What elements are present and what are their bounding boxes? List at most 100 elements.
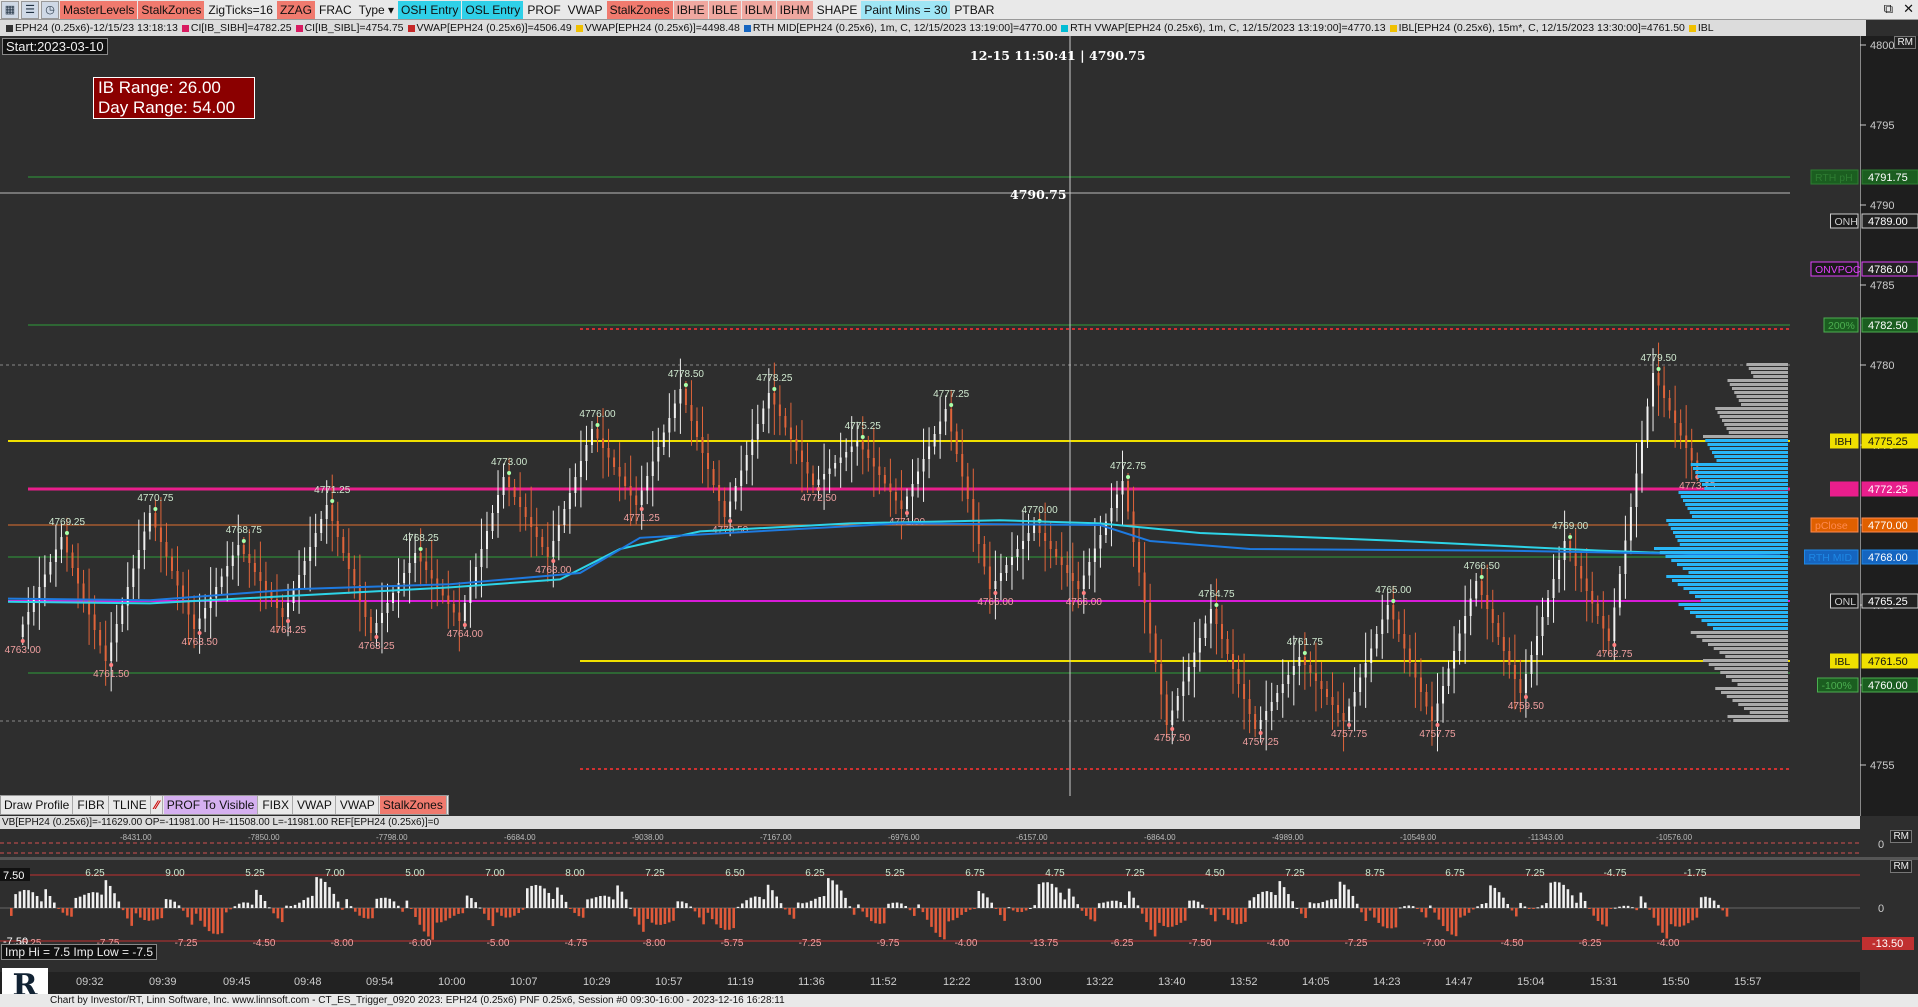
impulse-bar xyxy=(857,904,860,908)
price-chart-canvas[interactable]: 4763.00 4769.25 4761.50 4770.75 4763.50 4768.… xyxy=(0,36,1860,796)
impulse-bar xyxy=(182,908,185,911)
toolbar-button[interactable]: IBLE xyxy=(708,0,741,19)
toolbar-button[interactable]: IBLM xyxy=(741,0,776,19)
draw-tool-button[interactable]: PROF To Visible xyxy=(163,796,259,814)
candle-body xyxy=(740,470,743,486)
candle-body xyxy=(1099,535,1102,549)
indicator-panels[interactable]: -8431.00 -7850.00 -7798.00 -6684.00 -9038.00… xyxy=(0,829,1918,972)
draw-tool-button[interactable]: VWAP xyxy=(294,796,336,814)
impulse-bar xyxy=(1575,902,1578,908)
impulse-bar xyxy=(237,903,241,908)
imp-rm-button[interactable]: RM xyxy=(1890,860,1912,873)
draw-tool-button[interactable]: TLINE xyxy=(110,796,151,814)
toolbar-button[interactable]: OSL Entry xyxy=(462,0,524,19)
toolbar-button[interactable]: Type ▾ xyxy=(355,0,398,19)
draw-tool-button[interactable]: ⁄⁄ xyxy=(152,796,163,814)
toolbar-button[interactable]: Paint Mins = 30 xyxy=(861,0,951,19)
toolbar-button[interactable]: MasterLevels xyxy=(60,0,138,19)
swing-dot xyxy=(462,623,467,627)
legend-item[interactable]: IBL[EPH24 (0.25x6), 15m*, C, 12/15/2023 … xyxy=(1399,22,1685,34)
candle-body xyxy=(1613,607,1616,641)
toolbar-button[interactable]: ZigTicks=16 xyxy=(205,0,276,19)
toolbar-button[interactable]: FRAC xyxy=(315,0,355,19)
toolbar-button[interactable]: StalkZones xyxy=(138,0,205,19)
legend-item[interactable]: VWAP[EPH24 (0.25x6)]=4506.49 xyxy=(417,22,572,34)
impulse-bar xyxy=(1231,908,1234,923)
legend-item[interactable]: EPH24 (0.25x6)-12/15/23 13:18:13 xyxy=(15,22,178,34)
impulse-bar xyxy=(1562,884,1565,908)
toolbar-button[interactable]: SHAPE xyxy=(813,0,861,19)
impulse-bar xyxy=(272,908,275,914)
vb-value-label: -7798.00 xyxy=(376,833,408,842)
time-tick-label: 10:07 xyxy=(510,976,538,988)
impulse-bar xyxy=(1209,908,1213,915)
toolbar-button[interactable]: IBHE xyxy=(673,0,708,19)
candle-body xyxy=(1226,639,1229,654)
vb-rm-button[interactable]: RM xyxy=(1890,830,1912,843)
legend-item[interactable]: RTH VWAP[EPH24 (0.25x6), 1m, C, 12/15/20… xyxy=(1070,22,1385,34)
draw-tool-button[interactable]: VWAP xyxy=(337,796,379,814)
impulse-bar xyxy=(268,907,271,909)
draw-tool-button[interactable]: FIBR xyxy=(74,796,109,814)
chart-icon[interactable]: ▦ xyxy=(1,0,19,19)
close-window-icon[interactable]: ✕ xyxy=(1903,1,1914,17)
toolbar-button[interactable]: PROF xyxy=(524,0,564,19)
impulse-bar xyxy=(1446,908,1449,932)
candle-body xyxy=(552,541,555,557)
impulse-bar xyxy=(870,908,873,922)
impulse-bar xyxy=(831,880,834,908)
volume-profile-bar xyxy=(1737,683,1788,686)
draw-tool-button[interactable]: FIBX xyxy=(259,796,293,814)
candle-body xyxy=(1060,557,1063,565)
volume-profile-bar xyxy=(1736,395,1788,398)
impulse-bar xyxy=(500,908,503,916)
candle-body xyxy=(812,473,815,485)
candle-body xyxy=(839,457,842,463)
price-axis[interactable]: RM xyxy=(1860,36,1918,816)
toolbar-button[interactable]: VWAP xyxy=(564,0,606,19)
impulse-bar xyxy=(435,908,439,923)
impulse-bar xyxy=(1179,908,1183,923)
impulse-bar xyxy=(1558,882,1561,908)
impulse-bar xyxy=(220,908,224,934)
draw-tool-button[interactable]: StalkZones xyxy=(379,796,447,814)
candle-body xyxy=(966,476,969,499)
candle-body xyxy=(579,461,582,477)
toolbar-button[interactable]: ZZAG xyxy=(276,0,315,19)
legend-item[interactable]: IBL xyxy=(1698,22,1714,34)
candle-body xyxy=(756,424,759,440)
swing-price-label: 4772.75 xyxy=(1110,461,1147,472)
candle-body xyxy=(1464,616,1467,634)
candle-body xyxy=(1635,473,1638,507)
legend-item[interactable]: VWAP[EPH24 (0.25x6)]=4498.48 xyxy=(585,22,740,34)
toolbar-button[interactable]: IBHM xyxy=(776,0,813,19)
impulse-bar xyxy=(1016,908,1019,913)
impulse-bar xyxy=(1183,908,1187,921)
legend-item[interactable]: CI[IB_SIBL]=4754.75 xyxy=(305,22,404,34)
volume-profile-bar xyxy=(1689,511,1788,514)
impulse-bar xyxy=(384,897,387,908)
impulse-bar xyxy=(422,908,426,932)
legend-item[interactable]: RTH MID[EPH24 (0.25x6), 1m, C, 12/15/202… xyxy=(753,22,1057,34)
candle-body xyxy=(1469,598,1472,616)
clock-icon[interactable]: ◷ xyxy=(41,0,59,19)
candle-body xyxy=(635,495,638,505)
rm-button[interactable]: RM xyxy=(1894,36,1916,49)
restore-window-icon[interactable]: ⧉ xyxy=(1884,1,1893,17)
imp-low-label: -5.00 xyxy=(487,938,510,949)
legend-item[interactable]: CI[IB_SIBH]=4782.25 xyxy=(191,22,292,34)
toolbar-button[interactable]: PTBAR xyxy=(951,0,998,19)
candle-body xyxy=(176,571,179,586)
candle-body xyxy=(458,612,461,621)
draw-tool-button[interactable]: Draw Profile xyxy=(1,796,74,814)
time-axis[interactable]: 09:32 09:39 09:45 09:48 09:54 10:00 10:07 10:29… xyxy=(0,972,1860,994)
candle-body xyxy=(1038,525,1041,533)
toolbar-button[interactable]: OSH Entry xyxy=(398,0,462,19)
candle-body xyxy=(77,568,80,584)
candle-body xyxy=(27,612,30,625)
settings-icon[interactable]: ☰ xyxy=(21,0,39,19)
candle-body xyxy=(1663,385,1666,398)
toolbar-button[interactable]: StalkZones xyxy=(606,0,673,19)
volume-profile-bar xyxy=(1678,491,1788,494)
candle-body xyxy=(1005,565,1008,573)
